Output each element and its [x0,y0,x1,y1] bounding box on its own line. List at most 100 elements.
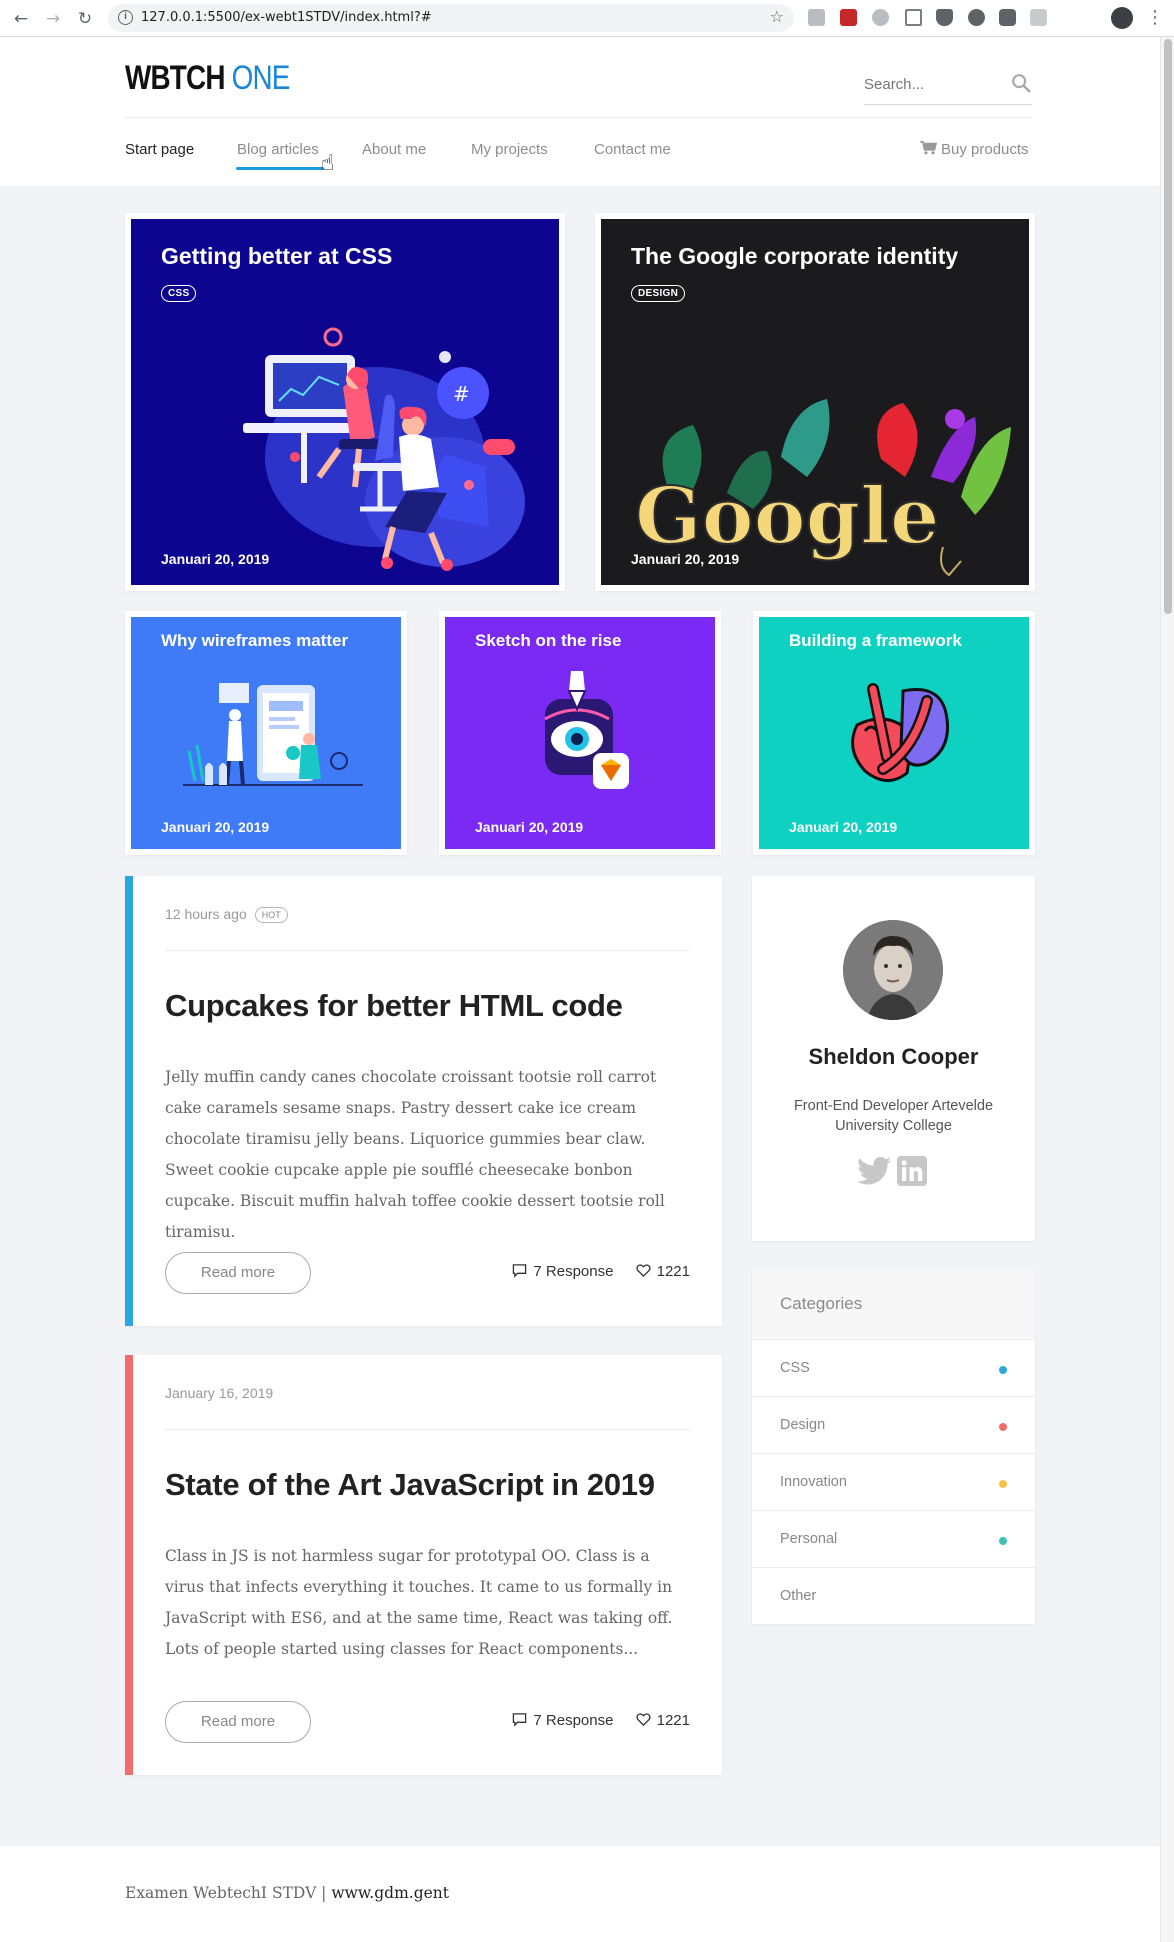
nav-my-projects[interactable]: My projects [471,141,548,158]
extension-icon[interactable] [1030,9,1047,26]
cast-icon[interactable] [905,9,922,26]
featured-card-framework[interactable]: Building a framework Januari 20, 2019 [753,611,1035,855]
category-dot [999,1423,1007,1431]
extension-icon[interactable] [999,9,1016,26]
url-text[interactable]: 127.0.0.1:5500/ex-webt1STDV/index.html?# [141,10,432,25]
nav-start-page[interactable]: Start page [125,141,194,158]
logo-accent-text: ONE [231,59,291,97]
social-links [857,1156,931,1190]
google-art-text: Google [635,471,939,562]
site-footer: Examen WebtechI STDV | www.gdm.gent [0,1846,1160,1942]
back-icon[interactable]: ← [8,6,34,32]
cart-icon [920,141,938,155]
likes-count: 1221 [656,1263,690,1280]
category-dot [999,1480,1007,1488]
featured-card-bg: Google The Google corporate identity DES… [601,219,1029,585]
site-logo[interactable]: WBTCH ONE [125,59,290,98]
blog-post: 12 hours ago HOT Cupcakes for better HTML… [125,876,722,1326]
footer-link[interactable]: www.gdm.gent [331,1884,449,1902]
featured-card-wireframes[interactable]: Why wireframes matter Januari 20, 2019 [125,611,407,855]
extension-icon[interactable] [936,9,953,26]
sketch-illustration [544,671,629,789]
categories-header: Categories [752,1270,1035,1340]
logo-main-text: WBTCH [125,59,225,97]
nav-blog-articles[interactable]: Blog articles [237,141,319,158]
category-label: Other [780,1588,817,1604]
browser-profile-avatar[interactable] [1111,7,1133,29]
card-title[interactable]: Building a framework [789,631,962,651]
category-label: Personal [780,1531,838,1547]
blog-post: January 16, 2019 State of the Art JavaSc… [125,1355,722,1775]
featured-card-bg: Building a framework Januari 20, 2019 [759,617,1029,849]
likes-link[interactable]: 1221 [636,1263,690,1280]
scrollbar-thumb[interactable] [1164,39,1172,614]
post-meta: January 16, 2019 [165,1385,273,1401]
address-bar[interactable]: i 127.0.0.1:5500/ex-webt1STDV/index.html… [108,4,794,32]
post-divider [165,950,690,951]
card-tag[interactable]: DESIGN [631,285,686,302]
post-title[interactable]: Cupcakes for better HTML code [165,988,623,1024]
card-date: Januari 20, 2019 [161,819,270,835]
category-label: Design [780,1417,826,1433]
read-more-button[interactable]: Read more [165,1701,311,1743]
featured-card-bg: # Getting better at CSS CSS Januari 20, … [131,219,559,585]
search-input[interactable] [864,71,1004,97]
heart-icon [636,1264,651,1278]
avatar-photo [843,920,943,1020]
category-item-css[interactable]: CSS [752,1340,1035,1397]
card-title[interactable]: The Google corporate identity [631,243,958,270]
extension-icon[interactable] [872,9,889,26]
post-accent-bar [125,876,133,1326]
likes-link[interactable]: 1221 [636,1712,690,1729]
responses-link[interactable]: 7 Response [512,1712,613,1729]
featured-card-sketch[interactable]: Sketch on the rise Januari 20, 2019 [439,611,721,855]
featured-card-google[interactable]: Google The Google corporate identity DES… [595,213,1035,591]
header-divider [125,117,1032,118]
post-time: 12 hours ago [165,906,247,922]
nav-contact-me[interactable]: Contact me [594,141,671,158]
buy-products-link[interactable]: Buy products [920,141,1029,158]
site-info-icon[interactable]: i [118,10,133,25]
extension-icon[interactable] [968,9,985,26]
browser-menu-icon[interactable]: ⋮ [1146,7,1164,29]
post-stats: 7 Response 1221 [494,1712,690,1729]
page-scrollbar[interactable] [1160,37,1174,1942]
nav-about-me[interactable]: About me [362,141,426,158]
category-item-other[interactable]: Other [752,1568,1035,1625]
profile-role: Front-End Developer Artevelde University… [793,1098,994,1134]
featured-card-css[interactable]: # Getting better at CSS CSS Januari 20, … [125,213,565,591]
reload-icon[interactable]: ↻ [72,6,98,32]
category-item-personal[interactable]: Personal [752,1511,1035,1568]
extension-icon[interactable] [808,9,825,26]
profile-card: Sheldon Cooper Front-End Developer Artev… [752,876,1035,1241]
bookmark-star-icon[interactable]: ☆ [770,7,784,26]
categories-title: Categories [780,1294,863,1313]
profile-name: Sheldon Cooper [808,1044,979,1069]
card-title[interactable]: Why wireframes matter [161,631,348,651]
card-title[interactable]: Getting better at CSS [161,243,392,270]
post-excerpt: Class in JS is not harmless sugar for pr… [165,1547,673,1658]
comment-icon [513,1264,527,1278]
likes-count: 1221 [656,1712,690,1729]
search-icon[interactable] [1010,72,1032,94]
responses-count: 7 Response [533,1712,614,1729]
card-title[interactable]: Sketch on the rise [475,631,621,651]
post-title[interactable]: State of the Art JavaScript in 2019 [165,1467,655,1503]
post-meta: 12 hours ago HOT [165,906,288,923]
card-date: Januari 20, 2019 [161,551,270,567]
responses-link[interactable]: 7 Response [512,1263,613,1280]
forward-icon[interactable]: → [40,6,66,32]
mouse-pointer-icon: ☝ [321,151,335,176]
post-accent-bar [125,1355,133,1775]
twitter-icon[interactable] [857,1156,891,1186]
card-tag[interactable]: CSS [161,285,197,302]
linkedin-icon[interactable] [897,1156,927,1186]
browser-toolbar: ← → ↻ i 127.0.0.1:5500/ex-webt1STDV/inde… [0,0,1174,37]
category-item-innovation[interactable]: Innovation [752,1454,1035,1511]
read-more-button[interactable]: Read more [165,1252,311,1294]
wireframes-illustration [183,683,363,786]
category-item-design[interactable]: Design [752,1397,1035,1454]
extension-icon[interactable] [840,9,857,26]
nav-hover-underline [236,167,324,170]
card-date: Januari 20, 2019 [475,819,584,835]
